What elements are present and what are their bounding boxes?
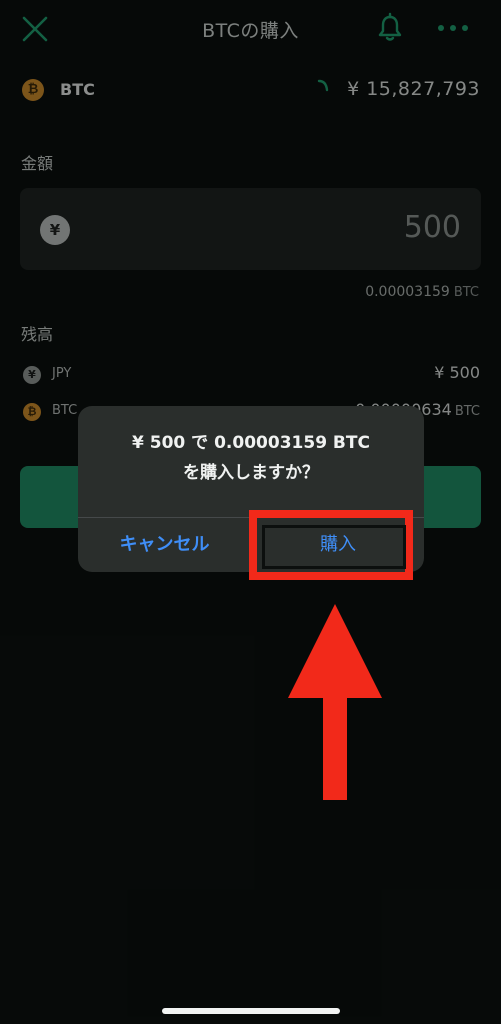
- cancel-button[interactable]: キャンセル: [78, 518, 251, 572]
- highlight-inner-border: [262, 525, 406, 569]
- dialog-message-line1: ¥ 500 で 0.00003159 BTC: [132, 433, 370, 453]
- arrow-up-icon: [285, 604, 385, 804]
- home-indicator[interactable]: [162, 1008, 340, 1014]
- dialog-message-line2: を購入しますか？: [183, 463, 319, 483]
- screen: BTCの購入 ₿ BTC ¥ 15,827,793 金額 ¥ 500 0.000…: [0, 0, 501, 1024]
- dialog-message: ¥ 500 で 0.00003159 BTC を購入しますか？: [78, 428, 424, 488]
